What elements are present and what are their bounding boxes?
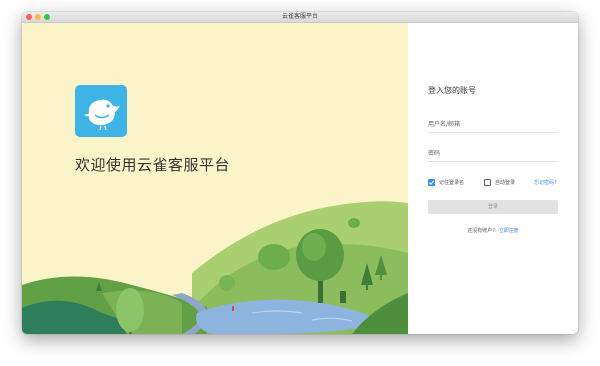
person-figure <box>232 306 234 311</box>
title-bar: 云雀客服平台 <box>22 12 578 23</box>
login-options: 记住登录名 自动登录 忘记密码? <box>428 178 558 188</box>
login-title: 登入您的账号 <box>428 86 476 95</box>
register-link[interactable]: 立即注册 <box>499 228 519 234</box>
welcome-panel: 欢迎使用云雀客服平台 <box>22 23 408 334</box>
login-panel: 登入您的账号 记住登录名 自动登录 忘记密码? 登录 还没有账户？ 立即注册 <box>408 23 578 334</box>
checkmark-icon <box>428 180 435 185</box>
bush <box>348 218 360 228</box>
window-title: 云雀客服平台 <box>281 13 318 20</box>
app-window: 云雀客服平台 欢迎使用云雀客服平台 登入您的账号 用户名/邮箱 记住登录名 自动… <box>22 12 578 334</box>
round-tree <box>116 288 144 332</box>
bird-icon <box>84 99 120 131</box>
tree-stump <box>340 291 346 303</box>
no-account-text: 还没有账户？ <box>467 228 498 234</box>
forgot-password-link[interactable]: 忘记密码? <box>534 179 557 187</box>
remember-username-checkbox[interactable] <box>428 179 435 186</box>
app-logo <box>75 85 127 137</box>
remember-username-label: 记住登录名 <box>439 180 465 186</box>
username-input[interactable] <box>428 118 558 133</box>
login-button[interactable]: 登录 <box>428 200 558 214</box>
signup-row: 还没有账户？ 立即注册 <box>408 227 578 234</box>
landscape-illustration <box>22 201 408 334</box>
auto-login-checkbox[interactable] <box>484 179 491 186</box>
bush <box>258 244 290 270</box>
welcome-heading: 欢迎使用云雀客服平台 <box>75 156 231 174</box>
password-input[interactable] <box>428 147 558 162</box>
bush <box>219 275 235 291</box>
auto-login-label: 自动登录 <box>495 180 516 186</box>
